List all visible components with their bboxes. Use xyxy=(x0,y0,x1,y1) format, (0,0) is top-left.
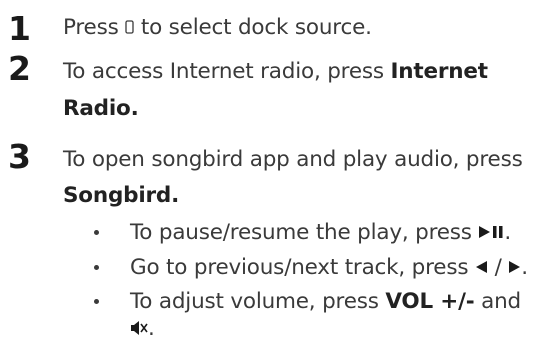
step-number: 1 xyxy=(8,9,31,48)
step-text-part: to select dock source. xyxy=(134,15,372,40)
step-number: 2 xyxy=(8,49,31,88)
bullet-period: . xyxy=(504,220,512,245)
internet-radio-label: Internet xyxy=(390,59,489,84)
bullet-text: Go to previous/next track, press xyxy=(130,255,475,280)
mute-icon xyxy=(131,320,148,335)
bullet xyxy=(92,289,102,304)
step-text: To open songbird app and play audio, pre… xyxy=(63,145,523,175)
bullet-volume: To adjust volume, press VOL +/- and xyxy=(130,287,521,317)
step-text-part: To access Internet radio, press xyxy=(63,59,391,84)
bullet-text: To adjust volume, press xyxy=(130,289,386,314)
bullet-separator: / xyxy=(487,255,509,280)
bullet-volume-continued: . xyxy=(130,314,155,344)
bullet xyxy=(92,255,102,270)
step-text: To access Internet radio, press Internet xyxy=(63,57,488,87)
step-period: . xyxy=(171,183,180,208)
step-text-part: To open songbird app and play audio, pre… xyxy=(63,147,523,172)
next-icon xyxy=(509,260,521,273)
internet-radio-label: Radio xyxy=(63,96,131,121)
bullet-period: . xyxy=(521,255,528,280)
bullet-pause-resume: To pause/resume the play, press . xyxy=(130,218,511,248)
previous-icon xyxy=(475,260,487,273)
vol-label: VOL +/- xyxy=(385,289,475,314)
step-text-part: Press xyxy=(63,15,126,40)
songbird-label: Songbird xyxy=(63,183,172,208)
bullet xyxy=(92,220,102,235)
bullet-text: and xyxy=(474,289,521,314)
bullet-period: . xyxy=(148,316,155,341)
bullet-text: To pause/resume the play, press xyxy=(130,220,479,245)
play-pause-icon xyxy=(479,225,503,238)
step-text: Press to select dock source. xyxy=(63,13,372,43)
step-period: . xyxy=(130,96,139,121)
step-text-continued: Radio. xyxy=(63,94,139,124)
step-number: 3 xyxy=(8,137,31,176)
dock-icon xyxy=(125,19,134,34)
bullet-prev-next: Go to previous/next track, press / . xyxy=(130,253,528,283)
step-text-continued: Songbird. xyxy=(63,181,179,211)
